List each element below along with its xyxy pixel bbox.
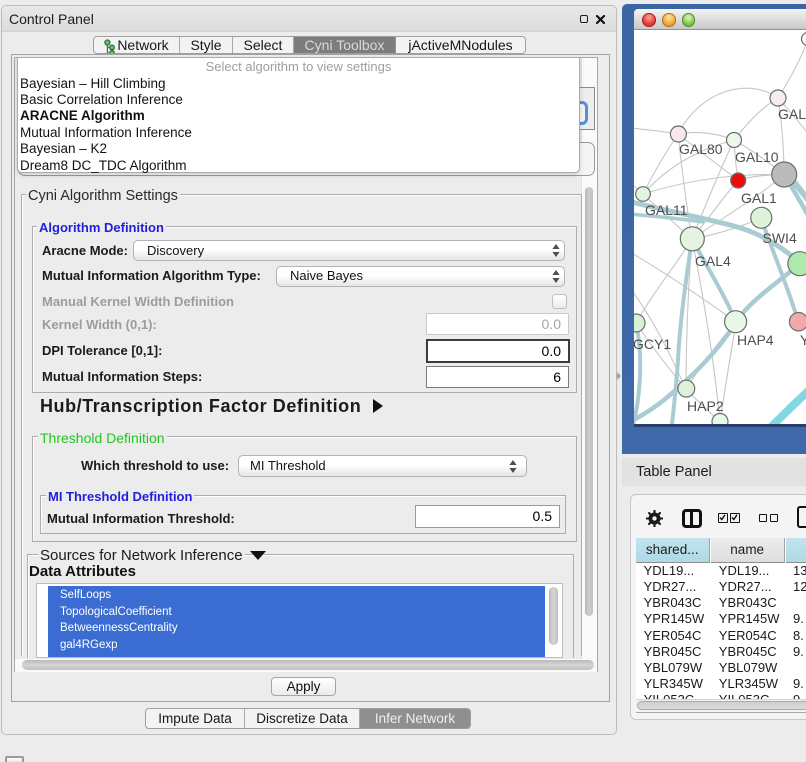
svg-text:GAL1: GAL1 [741, 190, 777, 206]
svg-text:HAP4: HAP4 [737, 332, 774, 348]
svg-text:GAL80: GAL80 [679, 141, 723, 157]
svg-text:GAL4: GAL4 [695, 253, 731, 269]
svg-text:Y: Y [800, 332, 806, 348]
svg-text:GCY1: GCY1 [634, 336, 671, 352]
svg-text:SWI4: SWI4 [763, 230, 797, 246]
svg-text:GAL10: GAL10 [735, 149, 779, 165]
svg-text:HAP2: HAP2 [687, 398, 724, 414]
svg-text:GAL11: GAL11 [645, 202, 688, 218]
svg-text:GAL2: GAL2 [778, 106, 806, 122]
